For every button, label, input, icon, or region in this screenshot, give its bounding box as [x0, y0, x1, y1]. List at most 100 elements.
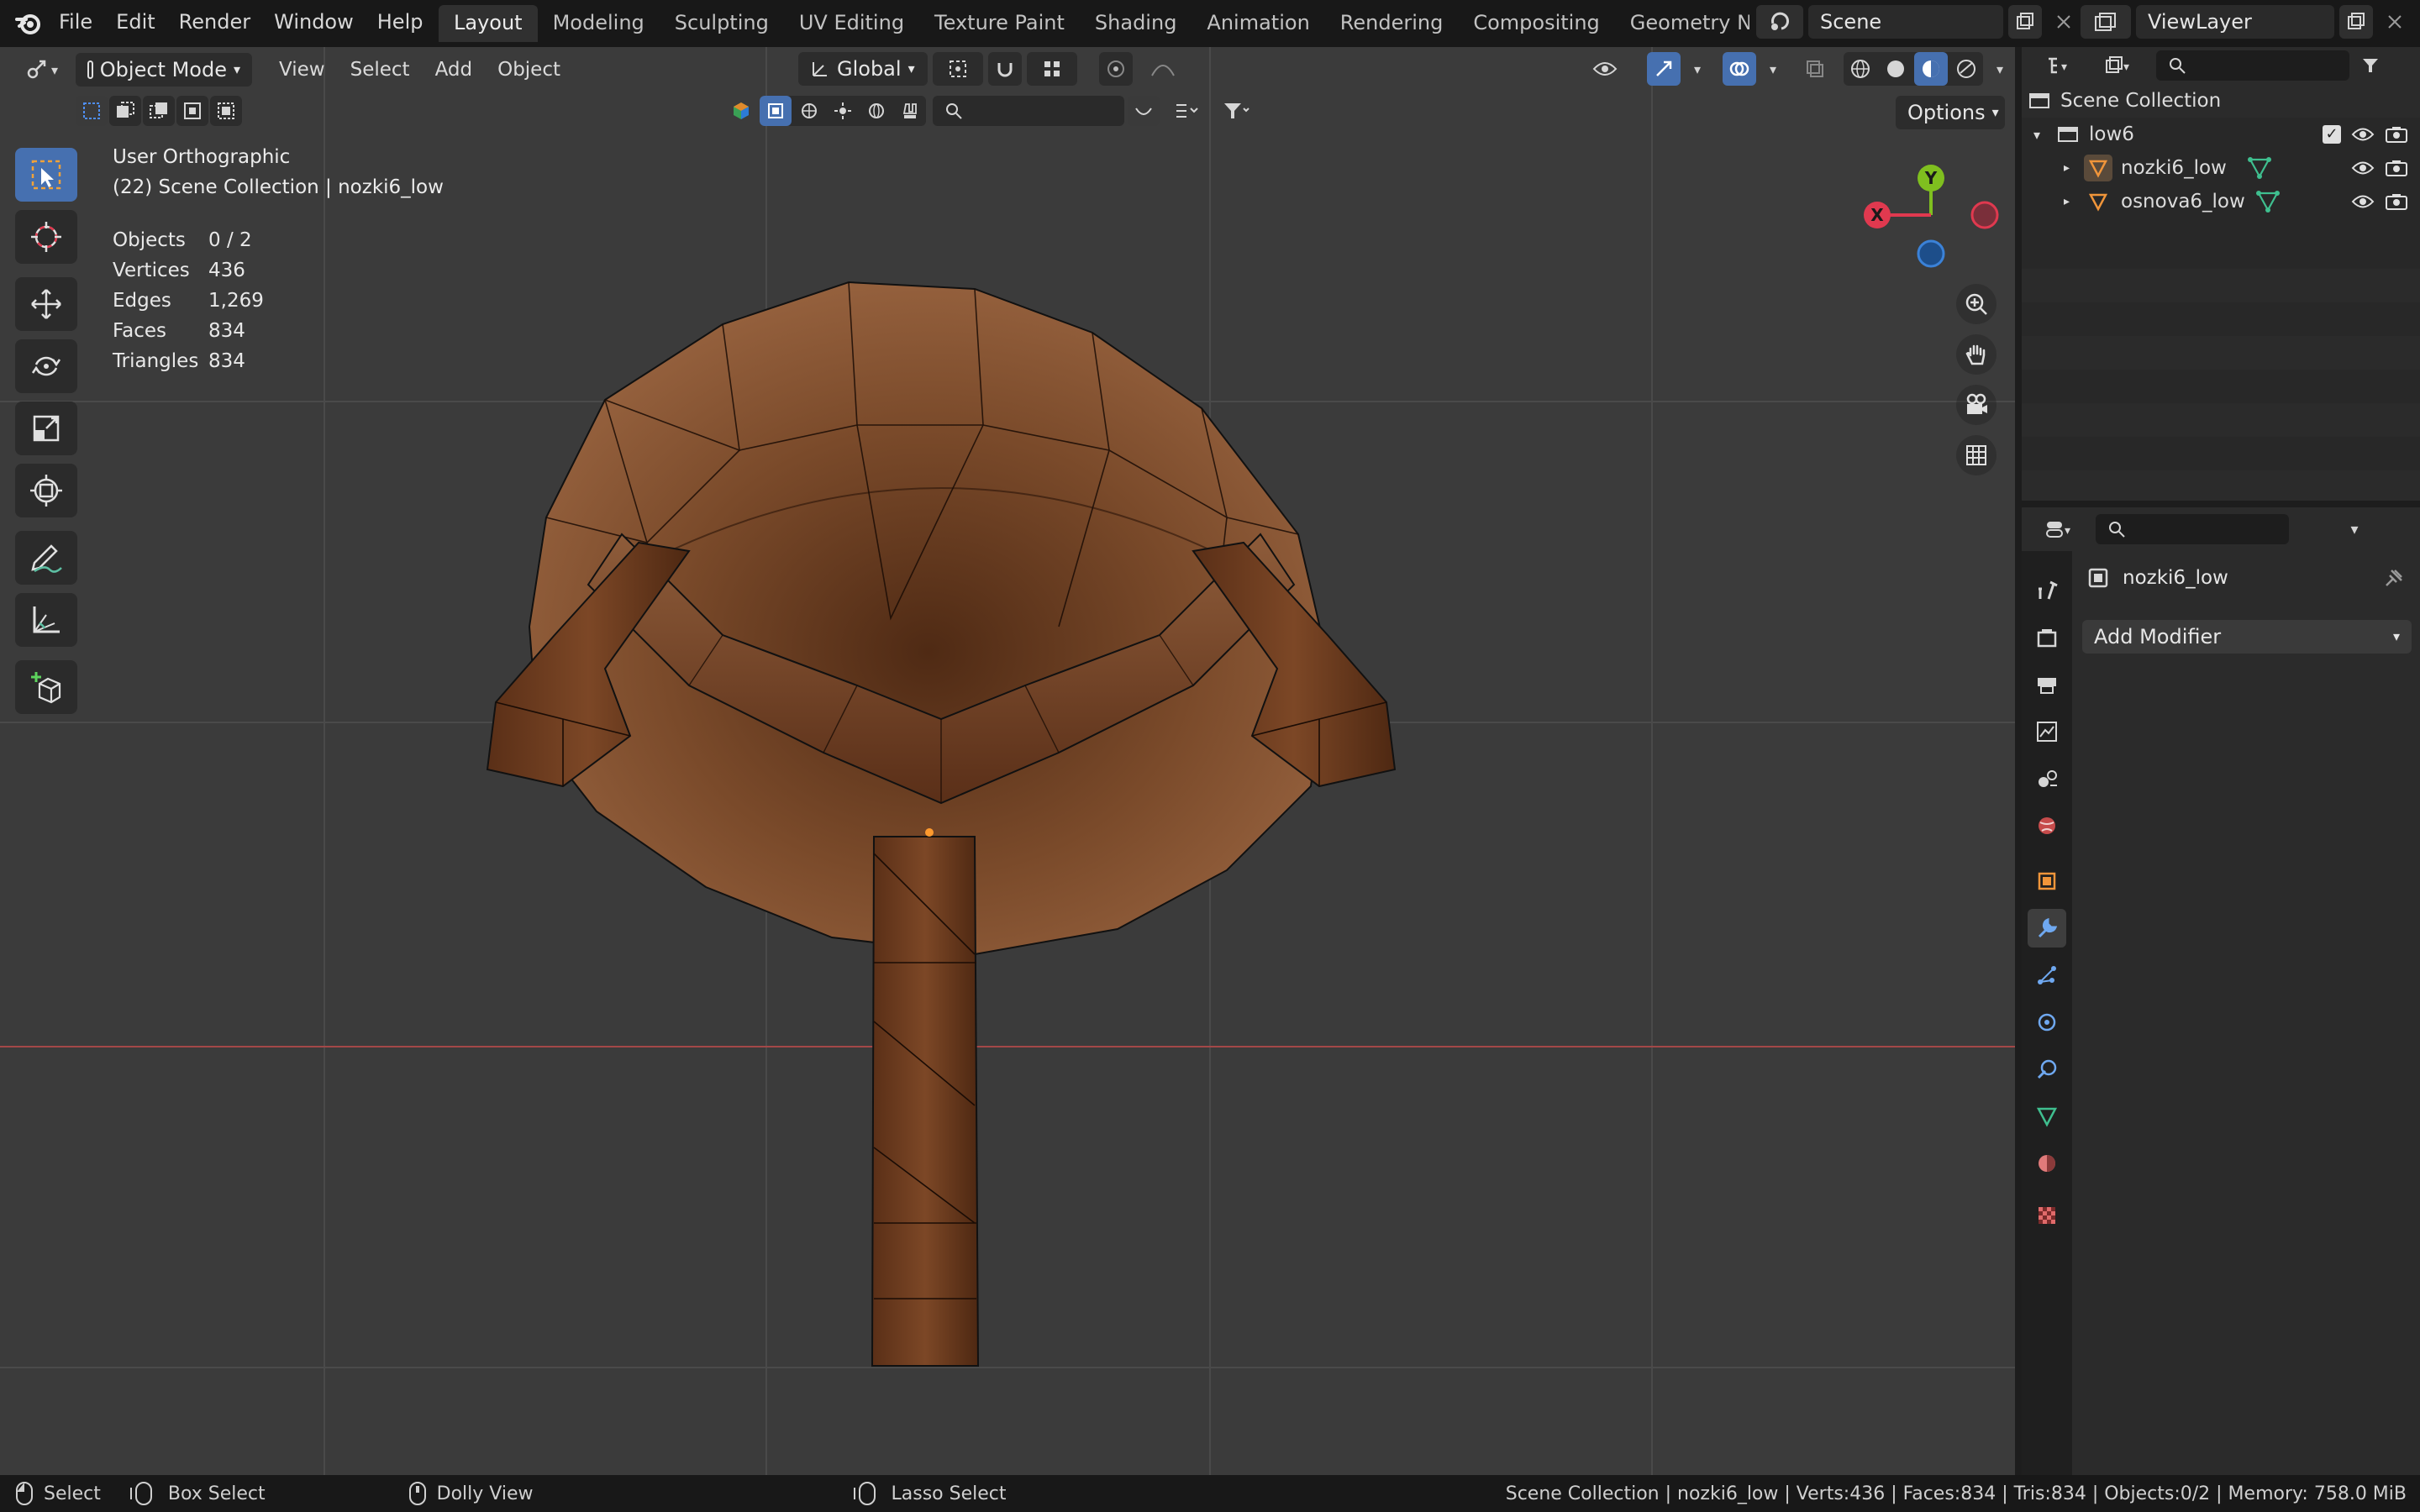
ortho-grid-icon[interactable]: [1956, 435, 1996, 475]
scale-tool[interactable]: [15, 402, 77, 455]
visibility-icon[interactable]: [1580, 52, 1630, 86]
move-tool[interactable]: [15, 277, 77, 331]
properties-search-input[interactable]: [2096, 514, 2289, 544]
brush-filter-icon[interactable]: [894, 96, 926, 126]
tree-row-scene-collection[interactable]: Scene Collection: [2022, 84, 2420, 118]
tree-row-object[interactable]: ▸ nozki6_low: [2022, 151, 2420, 185]
tab-object-icon[interactable]: [2028, 862, 2066, 900]
collection-color-icon[interactable]: [726, 96, 756, 126]
tab-constraints-icon[interactable]: [2028, 1050, 2066, 1089]
exclude-checkbox[interactable]: ✓: [2323, 125, 2341, 144]
visibility-eye-icon[interactable]: [2351, 159, 2375, 177]
visibility-eye-icon[interactable]: [2351, 192, 2375, 211]
curve-filter-icon[interactable]: [1128, 96, 1160, 126]
tab-material-icon[interactable]: [2028, 1144, 2066, 1183]
visibility-eye-icon[interactable]: [2351, 125, 2375, 144]
add-cube-tool[interactable]: [15, 660, 77, 714]
tab-world-icon[interactable]: [2028, 806, 2066, 845]
select-invert-icon[interactable]: [176, 96, 208, 126]
select-intersect-icon[interactable]: [210, 96, 242, 126]
cursor-tool[interactable]: [15, 210, 77, 264]
proportional-edit-icon[interactable]: [1099, 52, 1133, 86]
tab-view-layer-icon[interactable]: [2028, 712, 2066, 751]
properties-options-icon[interactable]: ▾: [2339, 514, 2370, 544]
menu-view[interactable]: View: [269, 53, 335, 87]
mesh-data-icon[interactable]: [2255, 190, 2281, 213]
tab-layout[interactable]: Layout: [439, 5, 538, 42]
menu-select[interactable]: Select: [340, 53, 420, 87]
snap-target-icon[interactable]: [1027, 52, 1077, 86]
tab-sculpting[interactable]: Sculpting: [660, 5, 784, 42]
snap-toggle-icon[interactable]: [988, 52, 1022, 86]
menu-edit[interactable]: Edit: [104, 0, 166, 47]
expand-right-icon[interactable]: ▸: [2064, 195, 2084, 208]
camera-view-icon[interactable]: [1956, 385, 1996, 425]
overlays-toggle-icon[interactable]: [1723, 52, 1756, 86]
delete-scene-icon[interactable]: [2047, 5, 2081, 39]
viewlayer-name-field[interactable]: ViewLayer: [2136, 5, 2334, 39]
outliner-editor-type-icon[interactable]: ▾: [2033, 50, 2084, 81]
blender-logo-icon[interactable]: [12, 7, 45, 40]
tab-texture-paint[interactable]: Texture Paint: [919, 5, 1080, 42]
mesh-filter-icon[interactable]: [793, 96, 825, 126]
scene-name-field[interactable]: Scene: [1808, 5, 2003, 39]
annotate-tool[interactable]: [15, 531, 77, 585]
pin-icon[interactable]: [2383, 567, 2405, 589]
mesh-data-icon[interactable]: [2247, 156, 2272, 180]
menu-render[interactable]: Render: [167, 0, 262, 47]
add-modifier-dropdown[interactable]: Add Modifier ▾: [2082, 620, 2412, 654]
editor-type-selector[interactable]: ▾: [12, 53, 71, 87]
rendered-shading-icon[interactable]: [1949, 52, 1983, 86]
tab-data-icon[interactable]: [2028, 1097, 2066, 1136]
menu-window[interactable]: Window: [262, 0, 366, 47]
tab-modifiers-icon[interactable]: [2028, 909, 2066, 948]
3d-viewport[interactable]: ▾ Object Mode ▾ View Select Add Object G…: [0, 47, 2015, 1475]
tab-geometry-nodes[interactable]: Geometry Nodes: [1615, 5, 1749, 42]
mode-selector[interactable]: Object Mode ▾: [76, 53, 252, 87]
tree-row-object[interactable]: ▸ osnova6_low: [2022, 185, 2420, 218]
tab-modeling[interactable]: Modeling: [538, 5, 660, 42]
select-new-icon[interactable]: [76, 96, 108, 126]
sort-options-icon[interactable]: [1163, 96, 1210, 126]
zoom-icon[interactable]: [1956, 284, 1996, 324]
light-filter-icon[interactable]: [827, 96, 859, 126]
menu-file[interactable]: File: [47, 0, 104, 47]
properties-editor-type-icon[interactable]: ▾: [2033, 514, 2084, 544]
measure-tool[interactable]: [15, 593, 77, 647]
world-filter-icon[interactable]: [860, 96, 892, 126]
expand-down-icon[interactable]: ▾: [2033, 127, 2054, 143]
select-box-tool[interactable]: [15, 148, 77, 202]
delete-viewlayer-icon[interactable]: [2378, 5, 2412, 39]
shading-dropdown-icon[interactable]: ▾: [1988, 52, 2012, 86]
tab-output-icon[interactable]: [2028, 665, 2066, 704]
new-viewlayer-icon[interactable]: [2339, 5, 2373, 39]
area-divider[interactable]: [2015, 47, 2022, 1475]
menu-add[interactable]: Add: [425, 53, 483, 87]
tab-tool-icon[interactable]: [2028, 571, 2066, 610]
render-camera-icon[interactable]: [2385, 192, 2408, 211]
overlays-dropdown-icon[interactable]: ▾: [1761, 52, 1785, 86]
expand-right-icon[interactable]: ▸: [2064, 161, 2084, 175]
rotate-tool[interactable]: [15, 339, 77, 393]
tab-shading[interactable]: Shading: [1080, 5, 1192, 42]
area-divider[interactable]: [2022, 501, 2420, 507]
tab-animation[interactable]: Animation: [1192, 5, 1324, 42]
tab-compositing[interactable]: Compositing: [1458, 5, 1614, 42]
gizmo-toggle-icon[interactable]: [1647, 52, 1681, 86]
wireframe-shading-icon[interactable]: [1844, 52, 1877, 86]
tab-texture-icon[interactable]: [2028, 1196, 2066, 1235]
viewlayer-browse-icon[interactable]: [2081, 5, 2131, 39]
solid-shading-icon[interactable]: [1879, 52, 1912, 86]
tab-particles-icon[interactable]: [2028, 956, 2066, 995]
tree-row-collection[interactable]: ▾ low6 ✓: [2022, 118, 2420, 151]
menu-help[interactable]: Help: [366, 0, 435, 47]
select-toggle-icon[interactable]: [760, 96, 792, 126]
outliner-filter-icon[interactable]: [2358, 50, 2383, 81]
stool-model[interactable]: [471, 265, 1412, 1391]
orientation-selector[interactable]: Global ▾: [798, 52, 928, 86]
gizmo-dropdown-icon[interactable]: ▾: [1686, 52, 1709, 86]
render-camera-icon[interactable]: [2385, 125, 2408, 144]
tab-render-icon[interactable]: [2028, 618, 2066, 657]
falloff-icon[interactable]: [1138, 52, 1188, 86]
tab-rendering[interactable]: Rendering: [1325, 5, 1459, 42]
